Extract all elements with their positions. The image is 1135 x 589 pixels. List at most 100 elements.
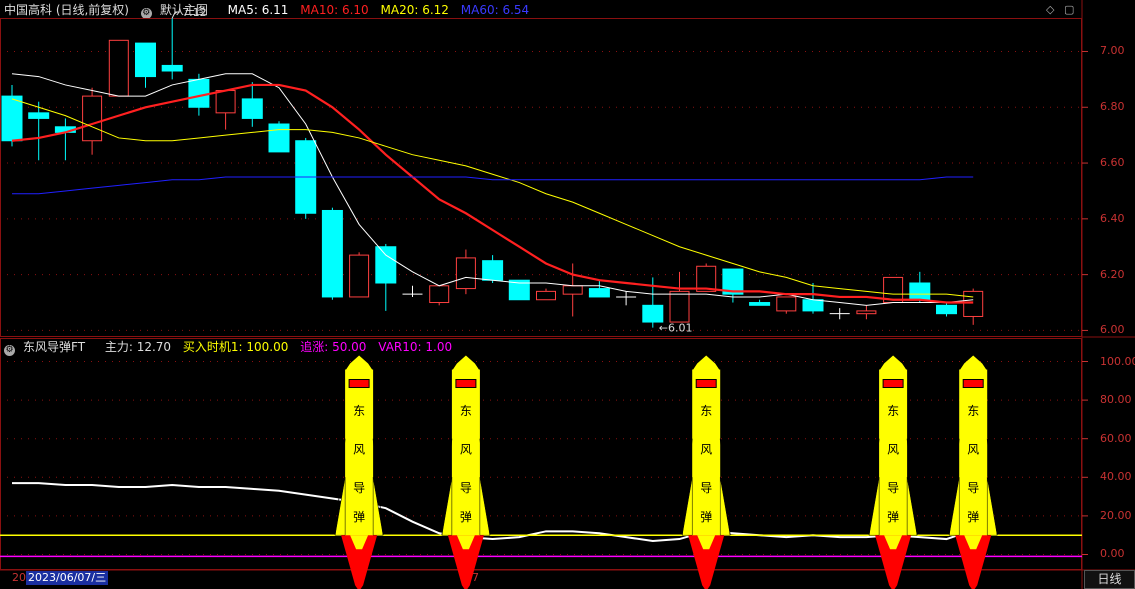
missile-window [348,379,370,389]
missile-window [455,379,477,389]
candle [829,308,850,320]
candle-body [82,95,103,142]
candle-body [562,285,583,295]
candle-body [856,310,877,315]
candle [776,296,797,314]
missile-window [962,379,984,389]
candle [749,299,771,306]
missile-nose [452,355,479,370]
missile-label: 风 [353,442,365,456]
candle [536,288,556,301]
price-tick-label: 6.60 [1100,156,1125,170]
candle-body [669,290,690,323]
missile-label: 导 [460,481,472,495]
price-tick-label: 7.00 [1100,44,1125,58]
candle [135,42,156,88]
var10-label: VAR10: 1.00 [378,340,453,354]
buy-signal-label: 买入时机1: 100.00 [182,340,289,354]
missile-icon: 东风导弹 [681,355,731,589]
candle [268,121,290,153]
missile-nose [880,355,907,370]
missile-icon: 东风导弹 [334,355,384,589]
candle [161,18,183,80]
candle-body [135,42,156,78]
missile-nose [346,355,373,370]
candle [28,101,50,161]
annotation-leader [171,11,181,19]
candle [722,268,744,303]
candle-body [909,282,931,301]
candle-body [429,285,450,304]
ma-line-ma60 [12,176,974,195]
indicator-tick-label: 80.00 [1100,393,1132,407]
indicator-tick-label: 40.00 [1100,470,1132,484]
missile-label: 导 [700,481,712,495]
missile-label: 东 [353,404,365,418]
price-annotation: 7.12 [182,6,207,19]
candle [54,118,76,161]
chase-label: 追涨: 50.00 [300,340,367,354]
candle [1,84,23,147]
missile-nose [960,355,987,370]
candle-body [642,304,664,323]
missile-label: 风 [700,442,712,456]
candle [455,249,476,295]
missile-label: 东 [460,404,472,418]
missile-icon: 东风导弹 [948,355,998,589]
candle [402,285,423,297]
missile-nose [693,355,720,370]
candle-body [241,98,263,119]
candle [856,305,877,320]
candle [909,271,931,303]
candle [616,291,637,306]
missile-label: 风 [967,442,979,456]
period-button[interactable]: 日线 [1084,570,1135,589]
missile-label: 弹 [967,510,979,524]
indicator-selector[interactable]: ⚙ 东风导弹FT [4,340,93,356]
candle-body [776,296,797,312]
candle-body [375,246,397,284]
candle [669,271,690,323]
missile-label: 东 [700,404,712,418]
candle-body [588,288,610,298]
candle-body [108,39,129,97]
missile-label: 风 [460,442,472,456]
cursor-date-label: 2023/06/07/三 [26,571,109,585]
missile-label: 导 [353,481,365,495]
indicator-name: 东风导弹FT [23,340,86,354]
main-force-line [12,482,974,542]
date-tick-label: 7 [472,571,479,584]
indicator-tick-label: 0.00 [1100,547,1125,561]
candle-body [28,112,50,119]
missile-window [695,379,717,389]
candle-body [349,254,370,298]
price-tick-label: 6.80 [1100,100,1125,114]
missile-window [882,379,904,389]
missile-label: 弹 [700,510,712,524]
indicator-tick-label: 100.00 [1100,354,1135,368]
missile-label: 弹 [887,510,899,524]
candle [321,207,343,300]
candle [429,285,450,306]
candle [482,255,504,283]
candle-body [749,302,771,306]
candle-body [321,209,343,298]
indicator-header: ⚙ 东风导弹FT 主力: 12.70 买入时机1: 100.00 追涨: 50.0… [4,338,460,356]
candle-body [936,304,957,315]
price-annotation: ←6.01 [659,322,693,335]
candle [108,39,129,97]
missile-label: 东 [967,404,979,418]
candle [215,90,236,130]
missile-label: 弹 [353,510,365,524]
candle-body [161,64,183,72]
date-prefix: 20 [12,571,26,584]
candle-body [963,290,984,317]
chart-canvas[interactable]: 7.12←6.01东风导弹东风导弹东风导弹东风导弹东风导弹 [0,0,1135,589]
candle [696,263,717,292]
missile-icon: 东风导弹 [441,355,491,589]
missile-label: 导 [887,481,899,495]
candle [375,243,397,311]
candle-body [536,290,556,301]
price-tick-label: 6.40 [1100,211,1125,225]
candle [588,280,610,298]
